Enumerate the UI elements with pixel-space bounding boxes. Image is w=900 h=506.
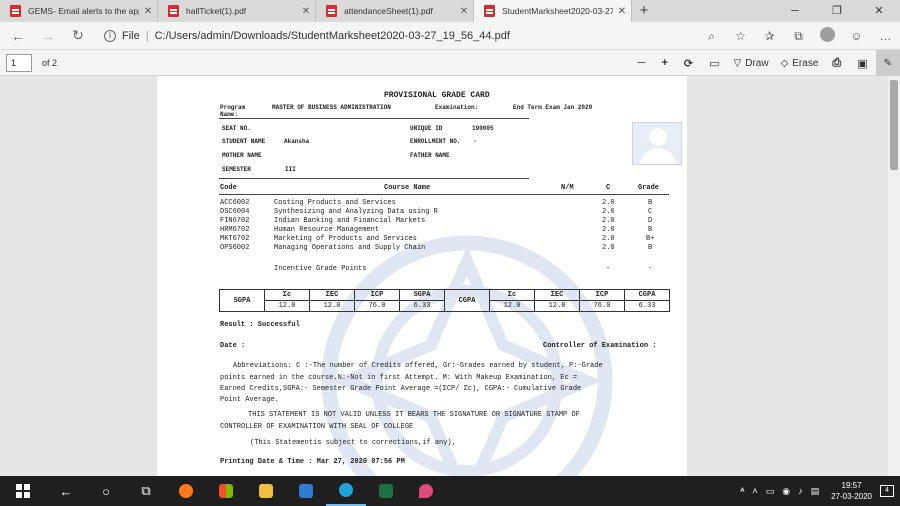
url-text: C:/Users/admin/Downloads/StudentMarkshee… [154, 29, 510, 42]
volume-icon[interactable]: ♪ [794, 486, 807, 496]
page-number-input[interactable]: 1 [6, 53, 32, 72]
eraser-icon: ◇ [780, 57, 789, 69]
window-controls: ─ ❐ ✕ [774, 0, 900, 22]
store-icon[interactable] [206, 476, 246, 506]
pdf-icon [168, 5, 179, 17]
favorite-star-icon[interactable]: ☆ [726, 29, 755, 43]
network-icon[interactable]: ◉ [778, 486, 794, 497]
course-name: Marketing of Products and Services [274, 235, 417, 243]
windows-start-icon[interactable] [0, 476, 46, 506]
keyboard-icon[interactable]: ▤ [807, 486, 824, 497]
tab-attendance[interactable]: attendanceSheet(1).pdf ✕ [316, 0, 474, 22]
printing-date: Printing Date & Time : Mar 27, 2020 07:5… [220, 458, 405, 466]
refresh-icon[interactable]: ↻ [66, 27, 90, 44]
firefox-icon[interactable] [166, 476, 206, 506]
pdf-icon [326, 5, 337, 17]
course-name: Managing Operations and Supply Chain [274, 244, 426, 252]
cgpa-value: 6.33 [624, 300, 670, 312]
maps-icon[interactable] [406, 476, 446, 506]
vertical-scrollbar[interactable] [888, 76, 900, 476]
pdf-toolbar: 1 of 2 ─ + ⟳ ▭ ▽ Draw ◇ Erase ⎙ ▣ ✎ [0, 50, 900, 76]
cortana-icon[interactable]: ○ [86, 476, 126, 506]
pdf-icon [484, 5, 495, 17]
pdf-icon [10, 5, 21, 17]
course-code: DSC6004 [220, 208, 250, 216]
minimize-button[interactable]: ─ [774, 0, 816, 22]
tab-strip: GEMS- Email alerts to the appro ✕ hallTic… [0, 0, 900, 22]
course-code: OPS6002 [220, 244, 250, 252]
back-icon[interactable]: ← [6, 28, 30, 44]
maximize-button[interactable]: ❐ [816, 0, 858, 22]
clock[interactable]: 19:57 27-03-2020 [823, 480, 880, 502]
profile-avatar[interactable] [813, 27, 842, 45]
mail-icon[interactable] [286, 476, 326, 506]
course-code: MKT6702 [220, 235, 250, 243]
back-arrow-icon[interactable]: ← [46, 476, 86, 506]
zoom-icon[interactable]: ⌕ [697, 29, 726, 44]
excel-icon[interactable] [366, 476, 406, 506]
task-view-icon[interactable]: ⧉ [126, 476, 166, 506]
notification-icon[interactable]: 4 [880, 485, 894, 497]
url-field[interactable]: i File | C:/Users/admin/Downloads/Studen… [104, 29, 510, 42]
tab-gems[interactable]: GEMS- Email alerts to the appro ✕ [0, 0, 158, 22]
new-tab-button[interactable]: + [632, 0, 656, 22]
save-icon[interactable]: ▣ [849, 57, 875, 70]
zoom-in-button[interactable]: + [653, 57, 675, 69]
sgpa-value: 6.33 [399, 300, 445, 312]
rotate-icon[interactable]: ⟳ [676, 57, 701, 70]
pin-icon[interactable]: ✎ [875, 50, 900, 76]
print-icon[interactable]: ⎙ [824, 57, 849, 70]
course-code: ACC6002 [220, 199, 250, 207]
course-code: HRM6702 [220, 226, 250, 234]
erase-button[interactable]: ◇ Erase [775, 58, 825, 69]
unique-id-value: 190005 [472, 125, 494, 132]
semester-value: III [285, 166, 296, 173]
close-icon[interactable]: ✕ [297, 6, 315, 17]
avatar [820, 27, 835, 42]
battery-icon[interactable]: ▭ [762, 486, 779, 497]
chevron-up-icon[interactable]: ˄ [748, 486, 761, 496]
draw-icon: ▽ [733, 57, 742, 69]
course-name: Indian Banking and Financial Markets [274, 217, 426, 225]
student-name-value: Akansha [284, 138, 310, 145]
fit-page-icon[interactable]: ▭ [701, 57, 727, 70]
course-name: Costing Products and Services [274, 199, 396, 207]
close-icon[interactable]: ✕ [613, 6, 631, 17]
tab-marksheet[interactable]: StudentMarksheet2020-03-27_19✕ [474, 0, 632, 22]
pdf-page: PROVISIONAL GRADE CARD Program Name: MAS… [157, 76, 687, 476]
tab-hallticket[interactable]: hallTicket(1).pdf ✕ [158, 0, 316, 22]
student-photo-placeholder [632, 122, 682, 165]
program-value: MASTER OF BUSINESS ADMINISTRATION [272, 104, 391, 111]
address-bar: ← → ↻ i File | C:/Users/admin/Downloads/… [0, 22, 900, 50]
incentive-label: Incentive Grade Points [274, 265, 367, 273]
zoom-out-button[interactable]: ─ [630, 57, 654, 69]
course-code: FIN6702 [220, 217, 250, 225]
edge-icon[interactable] [326, 476, 366, 506]
course-name: Human Resource Management [274, 226, 380, 234]
more-icon[interactable]: … [871, 29, 900, 43]
close-icon[interactable]: ✕ [455, 6, 473, 17]
taskbar: ← ○ ⧉ ᴬ ˄ ▭ ◉ ♪ ▤ 19:57 27-03-2020 4 [0, 476, 900, 506]
close-icon[interactable]: ✕ [139, 6, 157, 17]
doc-title: PROVISIONAL GRADE CARD [384, 91, 490, 100]
page-total: of 2 [42, 57, 58, 68]
favorites-icon[interactable]: ✰ [755, 29, 784, 43]
forward-icon[interactable]: → [36, 28, 60, 44]
info-icon[interactable]: i [104, 29, 116, 42]
exam-value: End Term Exam Jan 2020 [513, 104, 593, 111]
file-explorer-icon[interactable] [246, 476, 286, 506]
people-icon[interactable]: ᴬ [736, 486, 748, 496]
feedback-icon[interactable]: ☺ [842, 29, 871, 43]
result-text: Result : Successful [220, 321, 300, 329]
collections-icon[interactable]: ⧉ [784, 29, 813, 44]
gpa-summary-table: SGPA Σc ΣEC ΣCP SGPA CGPA Σc ΣEC ΣCP CGP… [219, 289, 670, 312]
pdf-viewer: PROVISIONAL GRADE CARD Program Name: MAS… [0, 76, 900, 476]
course-name: Synthesizing and Analyzing Data using R [274, 208, 438, 216]
close-window-button[interactable]: ✕ [858, 0, 900, 22]
draw-button[interactable]: ▽ Draw [728, 58, 775, 69]
